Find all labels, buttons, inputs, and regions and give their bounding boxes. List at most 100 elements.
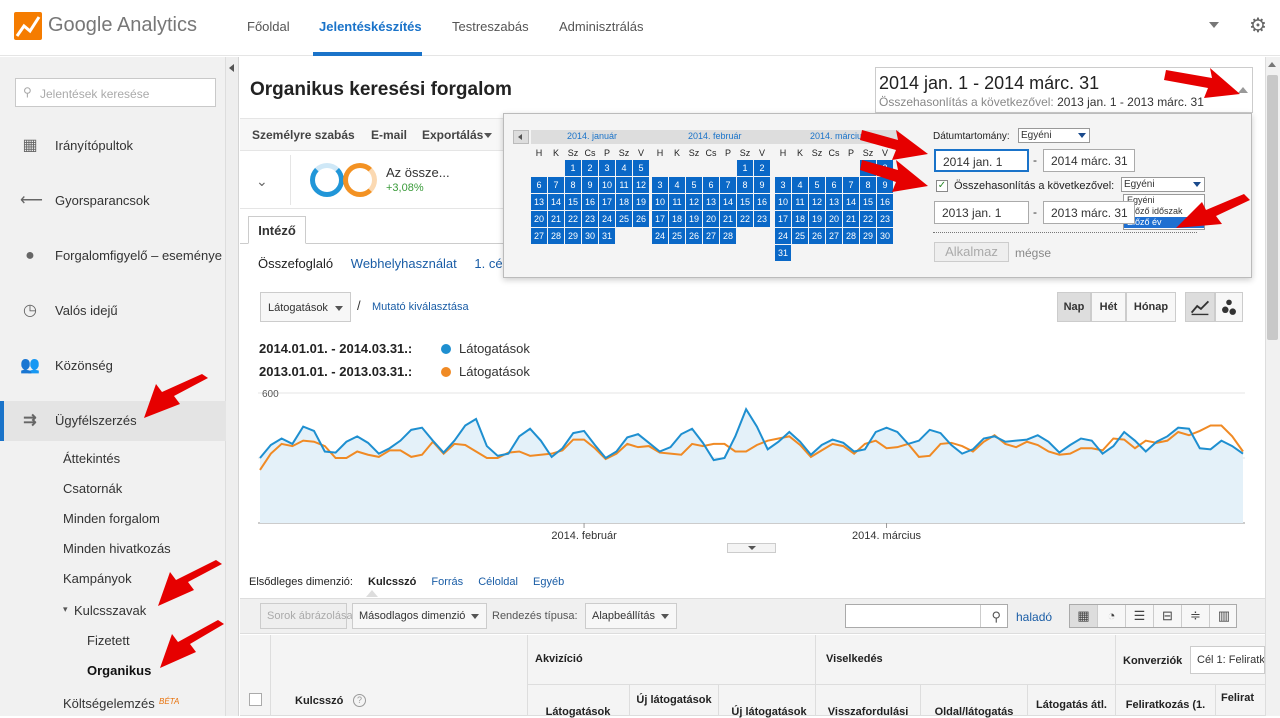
compare-option-custom[interactable]: Egyéni [1124, 195, 1204, 206]
calendar-day[interactable]: 19 [809, 211, 825, 227]
granularity-week-button[interactable]: Hét [1091, 292, 1126, 322]
calendar-day[interactable]: 31 [599, 228, 615, 244]
data-table-view-icon[interactable]: ▦ [1070, 605, 1098, 627]
date-range-select[interactable]: Egyéni [1018, 128, 1090, 143]
calendar-day[interactable]: 29 [860, 228, 876, 244]
table-search-input[interactable]: ⚲ [845, 604, 1008, 628]
calendar-day[interactable]: 15 [565, 194, 581, 210]
collapse-up-icon[interactable] [1238, 87, 1248, 93]
calendar-day[interactable]: 20 [531, 211, 547, 227]
calendar-day[interactable]: 11 [616, 177, 632, 193]
dim-keyword[interactable]: Kulcsszó [368, 576, 416, 588]
apply-button[interactable]: Alkalmaz [934, 242, 1009, 262]
calendar-day[interactable]: 14 [843, 194, 859, 210]
calendar-day[interactable]: 18 [792, 211, 808, 227]
motion-chart-view-icon[interactable] [1215, 292, 1243, 322]
cancel-link[interactable]: mégse [1015, 246, 1051, 260]
calendar-day[interactable]: 4 [792, 177, 808, 193]
line-chart-view-icon[interactable] [1185, 292, 1215, 322]
tab-explorer[interactable]: Intéző [248, 216, 306, 244]
calendar-day[interactable]: 28 [548, 228, 564, 244]
report-search-input[interactable]: ⚲ Jelentések keresése [15, 78, 216, 107]
calendar-day[interactable]: 11 [669, 194, 685, 210]
calendar-day[interactable]: 5 [633, 160, 649, 176]
pivot-view-icon[interactable]: ▥ [1210, 605, 1238, 627]
email-button[interactable]: E-mail [371, 128, 407, 142]
subtab-summary[interactable]: Összefoglaló [258, 256, 333, 271]
calendar-day[interactable]: 8 [737, 177, 753, 193]
calendar-day[interactable]: 6 [703, 177, 719, 193]
scrollbar-thumb[interactable] [1267, 75, 1278, 340]
sort-type-select[interactable]: Alapbeállítás [585, 603, 677, 629]
calendar-day[interactable]: 21 [548, 211, 564, 227]
dim-source[interactable]: Forrás [431, 576, 463, 588]
chevron-down-icon[interactable]: ⌄ [256, 173, 272, 189]
calendar-day[interactable]: 21 [843, 211, 859, 227]
compare-select[interactable]: Egyéni [1121, 177, 1205, 192]
calendar-day[interactable]: 3 [775, 177, 791, 193]
secondary-dimension-select[interactable]: Másodlagos dimenzió [352, 603, 487, 629]
metric-select[interactable]: Látogatások [260, 292, 351, 322]
sidebar-collapse-handle[interactable] [226, 57, 239, 716]
col-header-pages-per-visit[interactable]: Oldal/látogatás [921, 706, 1027, 718]
calendar-day[interactable]: 27 [826, 228, 842, 244]
calendar-day[interactable]: 20 [826, 211, 842, 227]
calendar-day[interactable]: 18 [616, 194, 632, 210]
subtab-site-usage[interactable]: Webhelyhasználat [351, 256, 457, 271]
calendar-day[interactable]: 10 [599, 177, 615, 193]
nav-admin[interactable]: Adminisztrálás [559, 19, 644, 34]
calendar-march[interactable]: H K Sz Cs P Sz V 1 2 3 4 5 6 7 8 9 10 11 12 13 14 15 16 17 18 19 2… [774, 145, 894, 262]
calendar-day[interactable]: 30 [877, 228, 893, 244]
calendar-day[interactable]: 27 [703, 228, 719, 244]
plot-rows-button[interactable]: Sorok ábrázolása [260, 603, 353, 629]
sidebar-sub-keywords[interactable]: Kulcsszavak [74, 603, 146, 618]
sidebar-sub-organic[interactable]: Organikus [87, 663, 151, 678]
calendar-february[interactable]: H K Sz Cs P Sz V 1 2 3 4 5 6 7 8 9 10 11 12 13 14 15 16 17 18 19 2… [651, 145, 771, 245]
calendar-day[interactable]: 17 [652, 211, 668, 227]
calendar-day[interactable]: 23 [754, 211, 770, 227]
calendar-day[interactable]: 25 [669, 228, 685, 244]
end-date-input[interactable]: 2014 márc. 31 [1043, 149, 1135, 172]
sidebar-sub-campaigns[interactable]: Kampányok [63, 571, 132, 586]
calendar-day[interactable]: 25 [792, 228, 808, 244]
calendar-day[interactable]: 27 [531, 228, 547, 244]
calendar-day[interactable]: 19 [686, 211, 702, 227]
visits-line-chart[interactable]: 6003002014. február2014. március [258, 385, 1245, 545]
calendar-day[interactable]: 26 [809, 228, 825, 244]
sidebar-item-audience[interactable]: 👥 Közönség [0, 346, 226, 386]
calendar-day[interactable]: 21 [720, 211, 736, 227]
dim-landing-page[interactable]: Céloldal [478, 576, 518, 588]
calendar-day[interactable]: 31 [775, 245, 791, 261]
calendar-day[interactable]: 7 [548, 177, 564, 193]
sidebar-sub-channels[interactable]: Csatornák [63, 481, 122, 496]
calendar-day[interactable]: 13 [531, 194, 547, 210]
calendar-day[interactable]: 24 [775, 228, 791, 244]
sidebar-sub-overview[interactable]: Áttekintés [63, 451, 120, 466]
nav-reporting[interactable]: Jelentéskészítés [319, 19, 422, 34]
calendar-day[interactable]: 1 [565, 160, 581, 176]
calendar-day[interactable]: 29 [565, 228, 581, 244]
calendar-day[interactable]: 11 [792, 194, 808, 210]
sidebar-sub-all-traffic[interactable]: Minden forgalom [63, 511, 160, 526]
compare-checkbox[interactable]: ✓ [936, 180, 948, 192]
calendar-day[interactable]: 4 [669, 177, 685, 193]
export-caret-icon[interactable] [484, 133, 492, 138]
calendar-day[interactable]: 12 [633, 177, 649, 193]
calendar-day[interactable]: 26 [633, 211, 649, 227]
calendar-day[interactable]: 12 [686, 194, 702, 210]
date-range-text[interactable]: 2014 jan. 1 - 2014 márc. 31 [879, 73, 1099, 94]
calendar-day[interactable]: 6 [826, 177, 842, 193]
calendar-day[interactable]: 10 [652, 194, 668, 210]
calendar-day[interactable]: 6 [531, 177, 547, 193]
calendar-day[interactable]: 23 [877, 211, 893, 227]
calendar-day[interactable]: 10 [775, 194, 791, 210]
calendar-day[interactable]: 12 [809, 194, 825, 210]
sidebar-item-intelligence-events[interactable]: ● Forgalomfigyelő – eseménye [0, 236, 226, 276]
sidebar-item-shortcuts[interactable]: ⟵ Gyorsparancsok [0, 181, 226, 221]
sidebar-item-dashboards[interactable]: ▦ Irányítópultok [0, 126, 226, 166]
calendar-day[interactable]: 5 [809, 177, 825, 193]
compare-option-previous-year[interactable]: Előző év [1124, 217, 1204, 228]
calendar-day[interactable]: 8 [860, 177, 876, 193]
nav-customization[interactable]: Testreszabás [452, 19, 529, 34]
calendar-day[interactable]: 22 [565, 211, 581, 227]
